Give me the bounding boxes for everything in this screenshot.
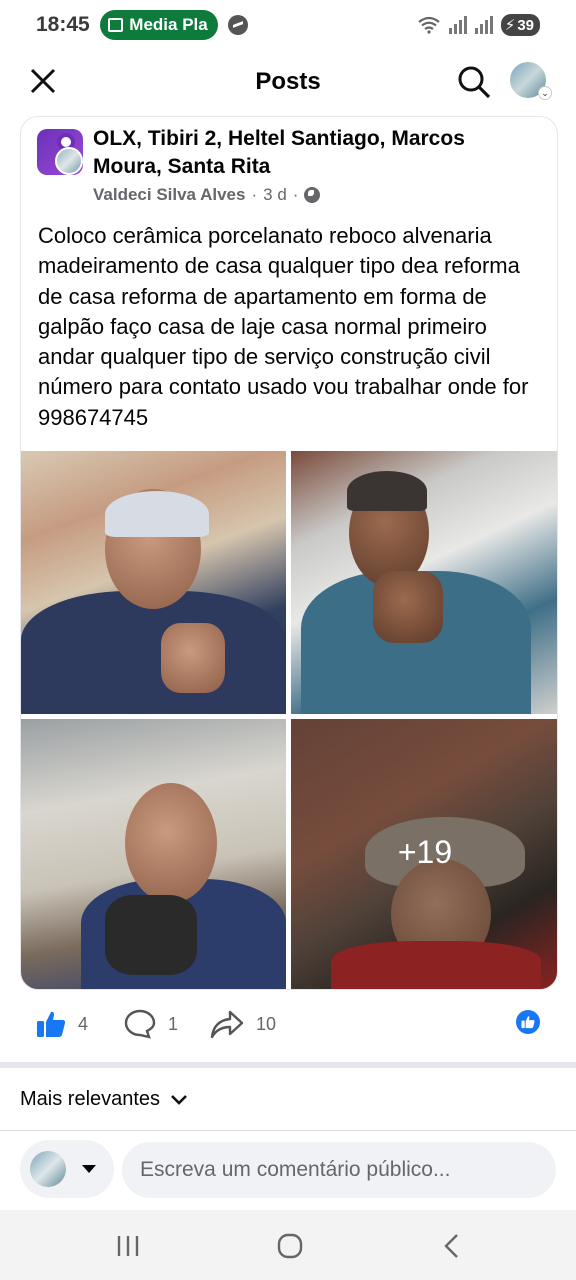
post-author[interactable]: Valdeci Silva Alves (93, 185, 245, 205)
system-nav-bar (0, 1210, 576, 1280)
cast-icon (107, 18, 124, 32)
battery-indicator: ⚡ 39 (500, 14, 540, 36)
thumbs-up-icon (521, 1016, 535, 1029)
meta-separator-2: · (292, 185, 299, 204)
status-indicators: ⚡ 39 (417, 14, 540, 36)
media-pill-label: Media Pla (129, 15, 208, 34)
recent-apps-icon[interactable] (114, 1232, 142, 1260)
comment-button[interactable]: 1 (124, 1008, 178, 1040)
charging-icon: ⚡ (504, 17, 516, 34)
like-reaction-badge[interactable] (516, 1010, 540, 1034)
messenger-icon (227, 15, 248, 35)
comment-icon (124, 1009, 156, 1039)
comment-input[interactable]: Escreva um comentário público... (122, 1142, 556, 1198)
post-card: OLX, Tibiri 2, Heltel Santiago, Marcos M… (20, 116, 558, 990)
signal-icon (448, 16, 467, 34)
share-icon (210, 1010, 244, 1039)
reactions-bar: 4 1 10 (0, 1004, 576, 1044)
comment-composer: Escreva um comentário público... (0, 1140, 576, 1200)
photo-grid: +19 (21, 451, 557, 989)
media-player-pill[interactable]: Media Pla (99, 10, 218, 40)
chevron-down-icon (171, 1094, 187, 1105)
comment-count: 1 (168, 1013, 179, 1034)
chevron-down-icon: ⌄ (538, 86, 552, 100)
post-photo-3[interactable] (21, 719, 286, 989)
photo-shirt (21, 591, 286, 714)
photo-cap (347, 471, 427, 511)
sort-label: Mais relevantes (20, 1088, 161, 1110)
like-count: 4 (78, 1013, 89, 1034)
post-photo-2[interactable] (291, 451, 557, 714)
post-text: Coloco cerâmica porcelanato reboco alven… (38, 223, 529, 430)
caret-down-icon (82, 1165, 96, 1173)
home-icon[interactable] (276, 1232, 304, 1260)
post-photo-1[interactable] (21, 451, 286, 714)
photo-face (125, 783, 217, 903)
share-count: 10 (256, 1013, 277, 1034)
post-time[interactable]: 3 d (263, 185, 287, 205)
signal-icon-2 (474, 16, 493, 34)
comment-sort-dropdown[interactable]: Mais relevantes (20, 1088, 188, 1111)
post-meta: Valdeci Silva Alves · 3 d · (93, 185, 321, 205)
search-icon[interactable] (456, 64, 492, 100)
thumbs-up-icon (37, 1011, 66, 1037)
like-button[interactable]: 4 (36, 1008, 88, 1040)
globe-icon (304, 187, 321, 203)
post-photo-4[interactable]: +19 (291, 719, 557, 989)
top-header: Posts ⌄ (0, 54, 576, 110)
status-time: 18:45 (36, 13, 90, 36)
comment-identity-switcher[interactable] (20, 1140, 114, 1198)
more-photos-label: +19 (397, 833, 453, 870)
divider-line (0, 1130, 576, 1131)
group-avatar[interactable] (37, 129, 83, 175)
meta-separator: · (251, 185, 258, 204)
photo-hand (373, 571, 443, 643)
photo-cap (105, 491, 209, 537)
status-bar: 18:45 Media Pla ⚡ 39 (0, 0, 576, 50)
profile-avatar[interactable]: ⌄ (510, 62, 552, 100)
share-button[interactable]: 10 (210, 1008, 276, 1040)
back-icon[interactable] (438, 1232, 466, 1260)
avatar (30, 1151, 66, 1187)
photo-glove (105, 895, 197, 975)
photo-hand (161, 623, 225, 693)
section-divider (0, 1062, 576, 1068)
wifi-icon (418, 16, 440, 34)
more-photos-count[interactable]: +19 (291, 719, 557, 989)
group-name[interactable]: OLX, Tibiri 2, Heltel Santiago, Marcos M… (93, 125, 523, 181)
battery-level: 39 (517, 16, 534, 34)
author-mini-avatar (55, 147, 83, 175)
